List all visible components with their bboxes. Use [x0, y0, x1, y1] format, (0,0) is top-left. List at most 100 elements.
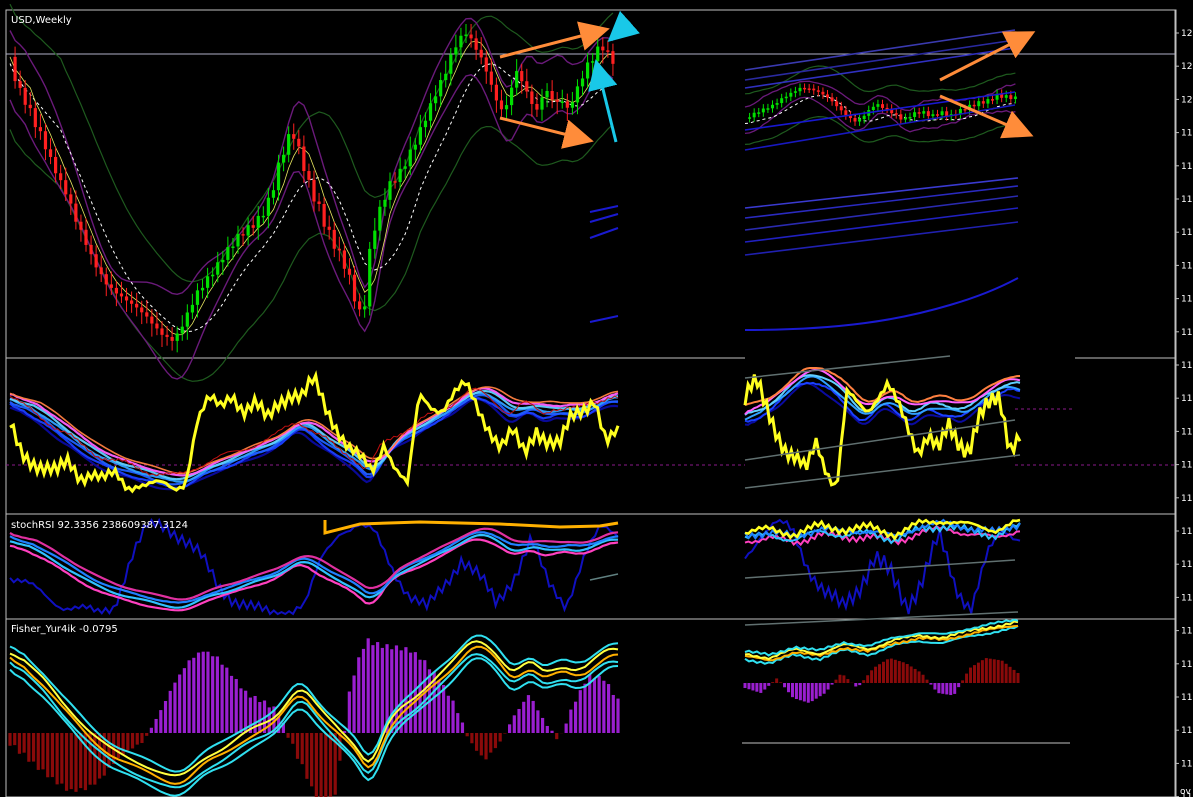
fisher-histogram-bar: [493, 733, 498, 749]
chart-title: USD,Weekly: [11, 15, 72, 26]
fisher-histogram-bar: [31, 733, 36, 762]
candle-body: [530, 91, 534, 104]
fisher-histogram-bar: [239, 688, 243, 733]
mt4-chart-window: USD,Weekly stochRSI 92.3356 238609387.31…: [5, 3, 1192, 797]
fisher-histogram-bar: [130, 733, 135, 749]
fisher-histogram-bar: [55, 733, 59, 785]
right-fisher-bar: [972, 665, 976, 683]
candle-body: [145, 312, 149, 317]
candle-body: [504, 105, 509, 110]
candle-body: [130, 300, 134, 304]
fisher-histogram-bar: [442, 685, 446, 733]
right-fisher-bar: [885, 659, 889, 683]
right-fisher-bar: [980, 660, 984, 683]
right-fisher-bar: [1016, 673, 1020, 683]
fisher-histogram-bar: [319, 733, 323, 797]
price-axis: 12 12 12 11 11 11 11 11 11 11 11 11 11 11 11 11 11 11 11 11…: [1175, 29, 1192, 797]
candle-body: [109, 284, 113, 288]
right-channel-line: [744, 177, 1019, 209]
fisher-histogram-bar: [220, 664, 224, 733]
price-pane: [9, 3, 1019, 382]
price-axis-label: 11: [1181, 593, 1192, 603]
candle-body: [155, 323, 159, 329]
fisher-histogram-bar: [592, 678, 597, 733]
candle-body: [231, 246, 235, 248]
stochrsi-pane: [9, 517, 1021, 626]
candle-body: [332, 229, 336, 249]
right-fisher-bar: [874, 666, 878, 683]
right-candle-body: [748, 117, 752, 119]
right-candle-body: [812, 88, 816, 91]
candle-body: [43, 131, 48, 150]
price-axis-label: 11: [1181, 394, 1192, 404]
right-channel-line: [744, 221, 1019, 256]
candle-body: [54, 156, 58, 174]
fisher-histogram-bar: [305, 733, 309, 779]
right-fisher-bar: [866, 675, 870, 683]
candle-body: [302, 146, 306, 172]
fisher-histogram-bar: [192, 657, 196, 733]
candle-body: [484, 57, 488, 72]
candle-body: [373, 230, 377, 249]
candle-body: [565, 101, 569, 108]
right-candle-body: [862, 115, 866, 120]
candle-body: [241, 234, 245, 236]
candle-body: [428, 103, 433, 121]
right-oscillator-yellow: [743, 374, 1022, 487]
right-candle-body: [858, 119, 862, 122]
cyan-arrow-top: [607, 10, 640, 42]
fisher-histogram-bar: [60, 733, 64, 784]
right-fisher-bar: [965, 673, 969, 683]
right-candle-body: [986, 99, 990, 104]
candle-body: [611, 51, 615, 64]
fisher-histogram-bar: [361, 648, 366, 733]
right-candle-body: [922, 111, 926, 114]
fisher-histogram-bar: [69, 733, 73, 790]
right-fisher-bar: [949, 683, 953, 696]
candle-body: [211, 274, 215, 277]
stochrsi-label: stochRSI 92.3356 238609387.3124: [11, 520, 188, 531]
fisher-histogram-bar: [583, 683, 587, 733]
candle-body: [368, 248, 372, 307]
candle-body: [246, 225, 250, 236]
right-fisher-bar: [779, 682, 783, 683]
right-fisher-bar: [893, 659, 897, 683]
fisher-histogram-bar: [206, 651, 210, 733]
candle-body: [266, 197, 270, 216]
candle-body: [591, 61, 595, 63]
candle-body: [586, 62, 590, 79]
right-fisher-bar: [822, 683, 826, 694]
candle-body: [140, 307, 144, 313]
candle-body: [459, 35, 463, 48]
fisher-histogram-bar: [611, 694, 615, 733]
right-candle-body: [752, 112, 756, 118]
fisher-histogram-bar: [352, 675, 356, 733]
right-fisher-bar: [759, 683, 763, 693]
right-fisher-bar: [771, 682, 775, 683]
candle-body: [206, 276, 210, 288]
right-candle-body: [1004, 95, 1008, 98]
candle-body: [520, 71, 524, 82]
candle-body: [124, 296, 129, 301]
price-axis-label: 12: [1181, 29, 1192, 39]
envelope-lower: [9, 73, 614, 380]
oscillator-yellow-line: [9, 370, 620, 494]
right-fisher-bar: [775, 678, 779, 683]
candle-body: [79, 221, 83, 230]
candle-body: [261, 215, 265, 218]
fisher-histogram-bar: [550, 730, 554, 733]
candle-body: [515, 71, 519, 88]
candle-body: [150, 316, 154, 324]
candle-body: [23, 87, 27, 105]
projected-ma-line: [589, 227, 619, 239]
right-fisher-bar: [790, 683, 794, 698]
right-fisher-bar: [992, 659, 996, 683]
candle-body: [570, 102, 574, 108]
candle-body: [494, 84, 498, 101]
candle-body: [216, 262, 220, 275]
fisher-pane: [8, 618, 1020, 797]
candle-body: [449, 54, 453, 74]
fisher-histogram-bar: [357, 657, 361, 733]
candle-body: [383, 199, 387, 207]
candle-body: [535, 103, 539, 110]
